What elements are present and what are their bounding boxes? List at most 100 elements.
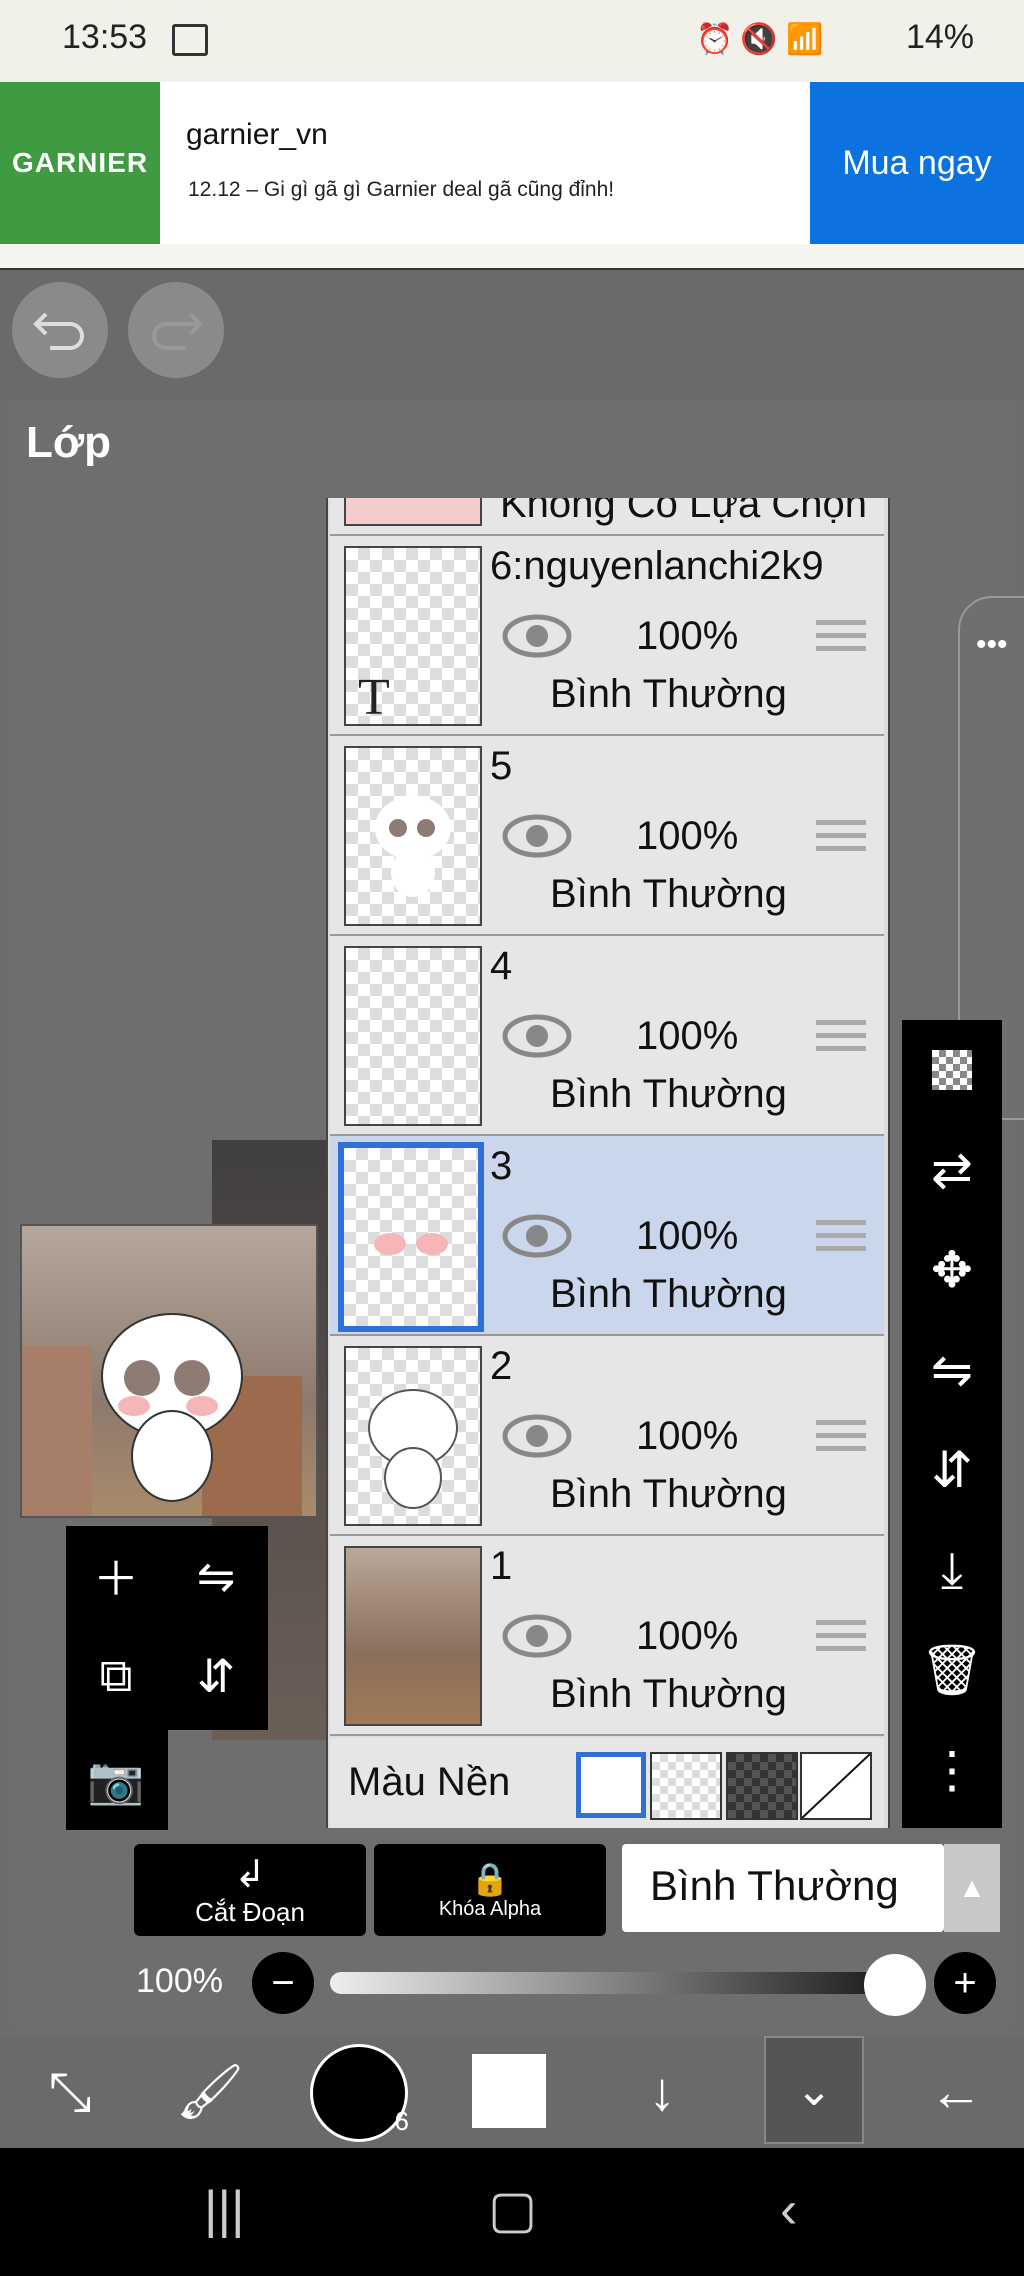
layer-name: 5	[490, 744, 513, 788]
opacity-slider-knob[interactable]	[864, 1954, 926, 2016]
layer-2-preview	[368, 1389, 458, 1509]
recent-apps-icon[interactable]: |||	[204, 2180, 245, 2240]
clock: 13:53	[62, 18, 148, 56]
merge-down-icon[interactable]: ⤓	[902, 1520, 1002, 1620]
opacity-increase-button[interactable]: +	[934, 1952, 996, 2014]
layer-blend-mode: Bình Thường	[550, 1472, 787, 1516]
blend-mode-value: Bình Thường	[650, 1862, 899, 1909]
layer-thumbnail	[344, 746, 482, 926]
background-label: Màu Nền	[348, 1760, 511, 1804]
layer-opacity: 100%	[636, 614, 739, 658]
opacity-decrease-button[interactable]: −	[252, 1952, 314, 2014]
visibility-eye-icon[interactable]	[502, 612, 572, 660]
gallery-notification-icon	[172, 24, 208, 56]
bg-none-swatch[interactable]	[800, 1752, 872, 1820]
drag-handle-icon[interactable]	[816, 1020, 866, 1060]
canvas-preview[interactable]	[20, 1224, 318, 1518]
flip-vertical-button[interactable]: ⇵	[166, 1626, 266, 1726]
undo-button[interactable]	[12, 282, 108, 378]
layer-name: 3	[490, 1144, 513, 1188]
clip-button[interactable]: ↲ Cắt Đoạn	[134, 1844, 366, 1936]
drag-handle-icon[interactable]	[816, 1620, 866, 1660]
canvas-artwork	[22, 1313, 302, 1516]
redo-button[interactable]	[128, 282, 224, 378]
drag-handle-icon[interactable]	[816, 1220, 866, 1260]
visibility-eye-icon[interactable]	[502, 1212, 572, 1260]
layer-row-5[interactable]: 5 100% Bình Thường	[330, 736, 884, 936]
ad-banner[interactable]: GARNIER garnier_vn 12.12 – Gi gì gã gì G…	[0, 82, 1024, 244]
camera-layer-tool: 📷	[66, 1730, 168, 1830]
background-color-row: Màu Nền	[330, 1738, 884, 1828]
layer-opacity: 100%	[636, 1014, 739, 1058]
visibility-eye-icon[interactable]	[502, 1612, 572, 1660]
layer-blend-mode: Bình Thường	[550, 1072, 787, 1116]
more-dots-icon: •••	[976, 628, 1008, 661]
layers-toggle-icon[interactable]: ⌄	[764, 2036, 864, 2144]
down-arrow-icon[interactable]: ↓	[592, 2036, 732, 2148]
selection-layer-row[interactable]: Không Có Lựa Chọn	[330, 498, 884, 536]
layer-thumbnail	[344, 946, 482, 1126]
ad-logo: GARNIER	[0, 82, 160, 244]
drag-handle-icon[interactable]	[816, 820, 866, 860]
layer-row-1[interactable]: 1 100% Bình Thường	[330, 1536, 884, 1736]
flip-horizontal-button[interactable]: ⇋	[166, 1526, 266, 1626]
move-icon[interactable]: ✥	[902, 1220, 1002, 1320]
transfer-layer-icon[interactable]: ⇄	[902, 1120, 1002, 1220]
more-options-icon[interactable]: ⋮	[902, 1720, 1002, 1820]
layer-thumbnail	[338, 1142, 484, 1332]
bg-dark-swatch[interactable]	[726, 1752, 798, 1820]
back-icon[interactable]: ‹	[780, 2180, 797, 2240]
back-arrow-icon[interactable]: ←	[886, 2036, 1024, 2148]
blend-mode-dropdown-icon[interactable]: ▲	[944, 1844, 1000, 1932]
layer-row-3[interactable]: 3 100% Bình Thường	[330, 1136, 884, 1336]
clip-arrow-icon: ↲	[234, 1854, 266, 1896]
add-layer-button[interactable]: ＋	[66, 1526, 166, 1626]
selection-label: Không Có Lựa Chọn	[500, 498, 868, 526]
color-picker-button[interactable]: 6	[310, 2044, 409, 2142]
selection-thumb	[344, 498, 482, 526]
flip-horizontal-icon[interactable]: ⇋	[902, 1320, 1002, 1420]
bg-white-swatch[interactable]	[576, 1752, 646, 1818]
flip-vertical-icon[interactable]: ⇵	[902, 1420, 1002, 1520]
layer-thumbnail	[344, 1346, 482, 1526]
brush-tool-icon[interactable]: 🖌	[140, 2036, 280, 2148]
drag-handle-icon[interactable]	[816, 1420, 866, 1460]
text-layer-icon: T	[358, 669, 390, 726]
blend-mode-select[interactable]: Bình Thường	[622, 1844, 944, 1932]
drag-handle-icon[interactable]	[816, 620, 866, 660]
layer-thumbnail: T	[344, 546, 482, 726]
visibility-eye-icon[interactable]	[502, 1412, 572, 1460]
home-icon[interactable]: ▢	[488, 2180, 537, 2240]
layer-blend-mode: Bình Thường	[550, 672, 787, 716]
alpha-lock-button[interactable]: 🔒 Khóa Alpha	[374, 1844, 606, 1936]
layer-name: 6:nguyenlanchi2k9	[490, 544, 824, 588]
lock-icon: 🔒	[470, 1860, 510, 1897]
opacity-slider[interactable]	[330, 1972, 916, 1994]
layer-row-6[interactable]: T 6:nguyenlanchi2k9 100% Bình Thường	[330, 536, 884, 736]
layer-thumbnail	[344, 1546, 482, 1726]
layer-name: 1	[490, 1544, 513, 1588]
secondary-color-swatch[interactable]	[472, 2054, 546, 2128]
undo-icon	[33, 312, 84, 350]
ad-cta-button[interactable]: Mua ngay	[810, 82, 1024, 244]
layer-row-4[interactable]: 4 100% Bình Thường	[330, 936, 884, 1136]
layer-5-preview	[375, 796, 451, 897]
camera-import-button[interactable]: 📷	[66, 1730, 166, 1830]
checkerboard-icon[interactable]	[902, 1020, 1002, 1120]
bg-transparent-swatch[interactable]	[650, 1752, 722, 1820]
panel-title: Lớp	[26, 418, 112, 467]
visibility-eye-icon[interactable]	[502, 1012, 572, 1060]
layer-blend-mode: Bình Thường	[550, 1272, 787, 1316]
layer-side-toolbar: ⇄ ✥ ⇋ ⇵ ⤓ 🗑 ⋮	[902, 1020, 1002, 1828]
trash-icon[interactable]: 🗑	[902, 1620, 1002, 1720]
redo-icon	[152, 312, 203, 350]
alpha-lock-label: Khóa Alpha	[438, 1897, 542, 1920]
layer-opacity: 100%	[636, 1614, 739, 1658]
visibility-eye-icon[interactable]	[502, 812, 572, 860]
clip-label: Cắt Đoạn	[195, 1897, 305, 1927]
transform-tool-icon[interactable]: ⤡	[0, 2036, 140, 2148]
status-bar: 13:53 ⏰ 🔇 📶 14%	[0, 0, 1024, 82]
layer-row-2[interactable]: 2 100% Bình Thường	[330, 1336, 884, 1536]
duplicate-layer-button[interactable]: ⧉	[66, 1626, 166, 1726]
layer-blend-mode: Bình Thường	[550, 1672, 787, 1716]
